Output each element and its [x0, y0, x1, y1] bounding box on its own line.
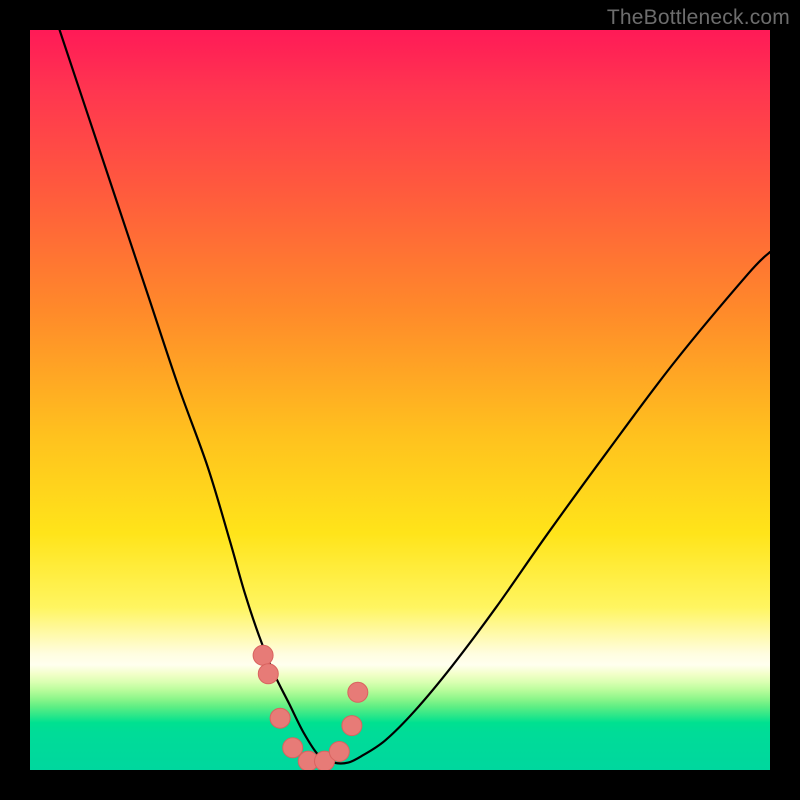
bottleneck-curve: [60, 30, 770, 764]
watermark-text: TheBottleneck.com: [607, 6, 790, 30]
marker-dot: [253, 645, 273, 665]
marker-dot: [348, 682, 368, 702]
chart-svg: [30, 30, 770, 770]
outer-frame: TheBottleneck.com: [0, 0, 800, 800]
marker-dot: [258, 664, 278, 684]
highlighted-points: [253, 645, 368, 770]
marker-dot: [329, 742, 349, 762]
marker-dot: [270, 708, 290, 728]
marker-dot: [342, 716, 362, 736]
plot-area: [30, 30, 770, 770]
marker-dot: [283, 738, 303, 758]
